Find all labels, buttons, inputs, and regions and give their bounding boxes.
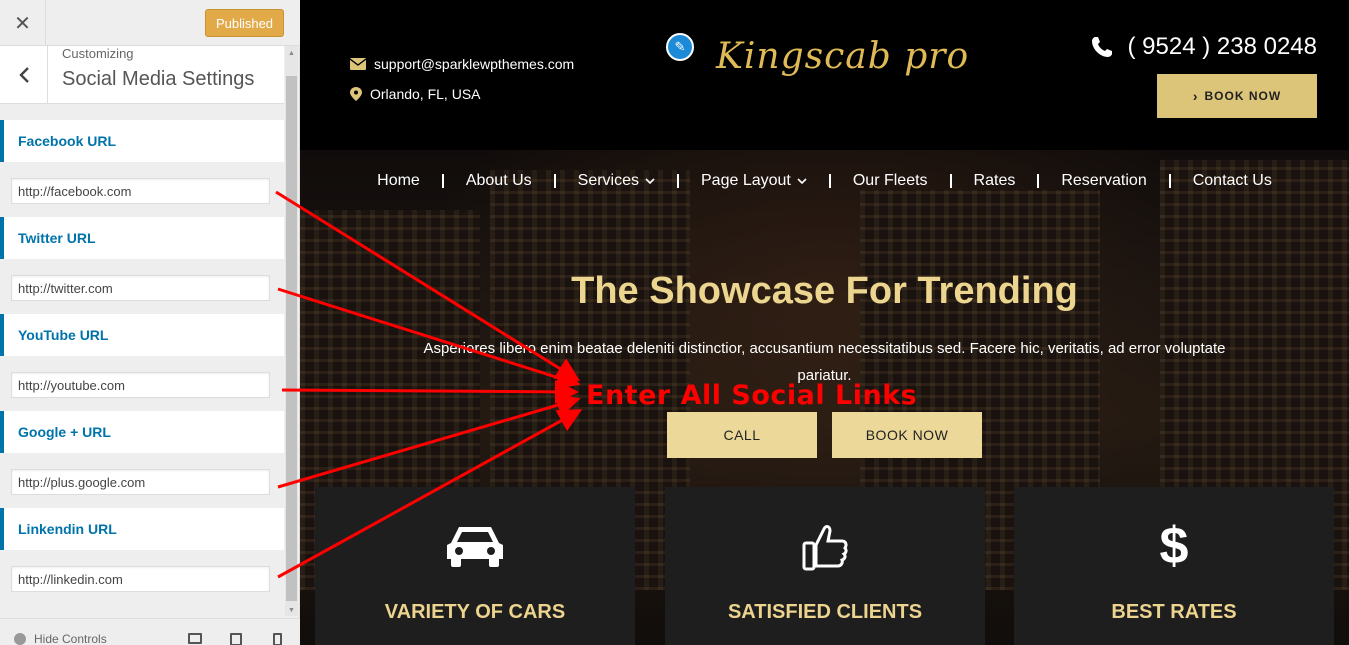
nav-home-label: Home (377, 172, 420, 189)
nav-services-label: Services (577, 172, 639, 189)
tablet-preview-icon[interactable] (230, 633, 242, 645)
nav-home[interactable]: Home (355, 172, 442, 190)
customizer-footer: Hide Controls (0, 618, 300, 645)
nav-reservation-label: Reservation (1061, 172, 1147, 189)
section-header: Customizing Social Media Settings (0, 46, 284, 104)
nav-rates-label: Rates (973, 172, 1016, 189)
scroll-up-icon[interactable]: ▲ (288, 50, 295, 57)
phone-line: ( 9524 ) 238 0248 (1090, 33, 1317, 61)
annotation-text: Enter All Social Links (586, 380, 918, 411)
chevron-down-icon (645, 178, 655, 184)
feature-title: VARIETY OF CARS (384, 601, 566, 623)
pencil-icon[interactable]: ✎ (666, 33, 694, 61)
nav-contact-label: Contact Us (1192, 172, 1272, 189)
hero-title: The Showcase For Trending (571, 270, 1078, 312)
nav-reservation[interactable]: Reservation (1039, 172, 1168, 190)
location-text: Orlando, FL, USA (370, 86, 481, 102)
youtube-url-input[interactable] (11, 372, 270, 398)
location-line: Orlando, FL, USA (350, 86, 481, 102)
scrollbar-thumb[interactable] (286, 76, 297, 601)
nav-our-fleets[interactable]: Our Fleets (831, 172, 950, 190)
book-now-header-button[interactable]: › BOOK NOW (1157, 74, 1317, 118)
desktop-preview-icon[interactable] (188, 633, 202, 644)
chevron-down-icon (797, 178, 807, 184)
twitter-url-input[interactable] (11, 275, 270, 301)
customizer-sidebar: ✕ Published Customizing Social Media Set… (0, 0, 300, 645)
nav-about-label: About Us (465, 172, 532, 189)
youtube-url-label: YouTube URL (0, 314, 284, 356)
email-text[interactable]: support@sparklewpthemes.com (374, 56, 574, 72)
hide-controls-button[interactable]: Hide Controls (14, 632, 107, 645)
nav-page-layout[interactable]: Page Layout (679, 172, 829, 190)
hide-controls-label: Hide Controls (34, 632, 107, 645)
site-header: support@sparklewpthemes.com Orlando, FL,… (300, 0, 1349, 150)
feature-card-clients: SATISFIED CLIENTS (665, 487, 985, 645)
site-preview: support@sparklewpthemes.com Orlando, FL,… (300, 0, 1349, 645)
nav-contact-us[interactable]: Contact Us (1171, 172, 1294, 190)
google-plus-url-label: Google + URL (0, 411, 284, 453)
phone-icon (1091, 37, 1112, 57)
map-pin-icon (350, 87, 362, 101)
collapse-icon (14, 633, 26, 645)
section-title: Social Media Settings (62, 68, 255, 90)
twitter-url-label: Twitter URL (0, 217, 284, 259)
book-now-header-label: BOOK NOW (1204, 89, 1282, 103)
feature-card-variety: VARIETY OF CARS (315, 487, 635, 645)
book-now-hero-button[interactable]: BOOK NOW (832, 412, 982, 458)
scroll-down-icon[interactable]: ▼ (288, 607, 295, 614)
thumbs-up-icon (665, 523, 985, 571)
linkedin-url-input[interactable] (11, 566, 270, 592)
phone-number[interactable]: ( 9524 ) 238 0248 (1128, 33, 1317, 61)
nav-our-fleets-label: Our Fleets (852, 172, 928, 189)
feature-title: SATISFIED CLIENTS (727, 601, 923, 623)
site-logo[interactable]: Kingscab pro (716, 36, 969, 77)
sidebar-scrollbar[interactable]: ▲ ▼ (285, 46, 298, 616)
nav-rates[interactable]: Rates (952, 172, 1038, 190)
feature-title: BEST RATES (1111, 601, 1237, 623)
google-plus-url-input[interactable] (11, 469, 270, 495)
nav-about-us[interactable]: About Us (444, 172, 554, 190)
main-nav: Home About Us Services Page Layout Our F… (300, 168, 1349, 194)
nav-page-layout-label: Page Layout (701, 172, 791, 189)
publish-button[interactable]: Published (205, 9, 284, 37)
facebook-url-input[interactable] (11, 178, 270, 204)
chevron-left-icon[interactable] (0, 46, 48, 104)
chevron-right-icon: › (1192, 88, 1199, 104)
breadcrumb: Customizing (62, 46, 134, 61)
dollar-icon: $ (1159, 517, 1189, 575)
car-icon (315, 523, 635, 569)
email-line: support@sparklewpthemes.com (350, 56, 574, 72)
facebook-url-label: Facebook URL (0, 120, 284, 162)
envelope-icon (350, 58, 366, 70)
customizer-top-bar: ✕ Published (0, 0, 300, 46)
nav-services[interactable]: Services (556, 172, 677, 190)
call-button[interactable]: CALL (667, 412, 817, 458)
mobile-preview-icon[interactable] (273, 633, 282, 645)
linkedin-url-label: Linkendin URL (0, 508, 284, 550)
feature-card-rates: $ BEST RATES (1014, 487, 1334, 645)
close-icon[interactable]: ✕ (0, 0, 46, 46)
